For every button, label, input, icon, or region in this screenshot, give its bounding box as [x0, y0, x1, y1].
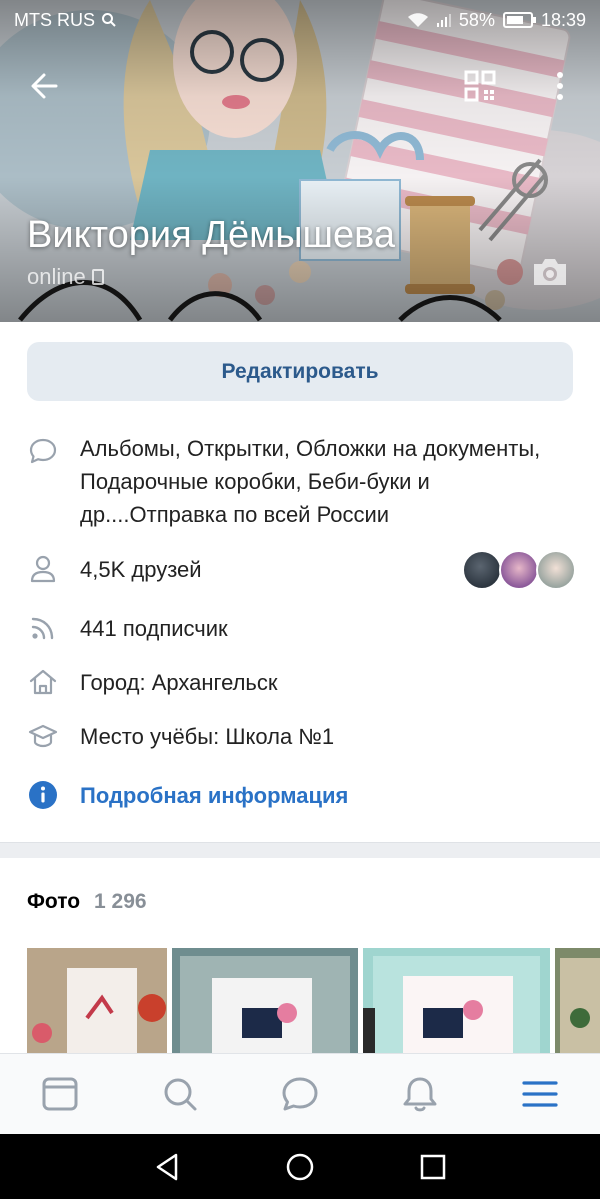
photo-image: [172, 948, 358, 1054]
rss-icon: [31, 617, 54, 640]
camera-icon[interactable]: [530, 254, 570, 290]
city-text: Город: Архангельск: [80, 670, 278, 695]
mobile-icon: [91, 269, 104, 285]
carrier-label: MTS RUS: [14, 9, 95, 30]
avatar[interactable]: [536, 550, 576, 590]
back-triangle-icon[interactable]: [150, 1150, 184, 1184]
arrow-left-icon[interactable]: [26, 66, 66, 106]
search-icon[interactable]: [160, 1074, 200, 1114]
info-school: Место учёбы: Школа №1: [0, 720, 600, 756]
info-city: Город: Архангельск: [0, 666, 600, 702]
bottom-tab-bar: [0, 1053, 600, 1134]
photo-image: [27, 948, 167, 1054]
friends-count: 4,5K друзей: [80, 557, 202, 582]
graduation-cap-icon: [28, 724, 58, 748]
friend-avatars[interactable]: [462, 550, 577, 592]
profile-online-status: online: [27, 264, 104, 290]
battery-percent: 58%: [458, 9, 495, 30]
wifi-icon: [407, 13, 428, 27]
more-vertical-icon[interactable]: [540, 66, 580, 106]
status-bar: MTS RUS 58% 18:39: [0, 0, 600, 40]
photo-thumbnail[interactable]: [172, 948, 358, 1054]
system-navigation-bar: [0, 1134, 600, 1199]
photo-thumbnail[interactable]: [363, 948, 550, 1054]
photo-thumbnail[interactable]: [27, 948, 167, 1054]
edit-profile-button[interactable]: Редактировать: [27, 342, 573, 401]
online-label: online: [27, 264, 86, 289]
battery-icon: [502, 12, 536, 28]
status-right: 58% 18:39: [407, 10, 586, 31]
about-text: Альбомы, Открытки, Обложки на документы,…: [80, 436, 541, 527]
clock: 18:39: [540, 9, 586, 30]
carrier: MTS RUS: [14, 10, 117, 31]
details-link[interactable]: Подробная информация: [80, 779, 348, 812]
home-circle-icon[interactable]: [283, 1150, 317, 1184]
info-followers[interactable]: 441 подписчик: [0, 612, 600, 648]
menu-icon[interactable]: [520, 1074, 560, 1114]
qr-code-icon[interactable]: [460, 66, 500, 106]
profile-name: Виктория Дёмышева: [27, 214, 396, 256]
speech-bubble-icon: [29, 438, 57, 464]
details-link-row[interactable]: Подробная информация: [0, 779, 600, 815]
search-status-icon: [102, 13, 116, 27]
messages-icon[interactable]: [280, 1074, 320, 1114]
photo-thumbnail[interactable]: [555, 948, 600, 1054]
photos-count: 1 296: [94, 890, 147, 913]
notifications-icon[interactable]: [400, 1074, 440, 1114]
avatar[interactable]: [499, 550, 539, 590]
section-separator: [0, 842, 600, 858]
photo-image: [555, 948, 600, 1054]
photos-title[interactable]: Фото: [27, 890, 80, 914]
news-icon[interactable]: [40, 1074, 80, 1114]
followers-count: 441 подписчик: [80, 616, 228, 641]
info-about: Альбомы, Открытки, Обложки на документы,…: [0, 432, 600, 536]
recents-square-icon[interactable]: [416, 1150, 450, 1184]
signal-icon: [436, 14, 451, 27]
info-icon: [29, 781, 57, 809]
home-icon: [29, 669, 57, 695]
avatar[interactable]: [462, 550, 502, 590]
user-icon: [30, 555, 56, 583]
photo-image: [363, 948, 550, 1054]
school-text: Место учёбы: Школа №1: [80, 724, 335, 749]
